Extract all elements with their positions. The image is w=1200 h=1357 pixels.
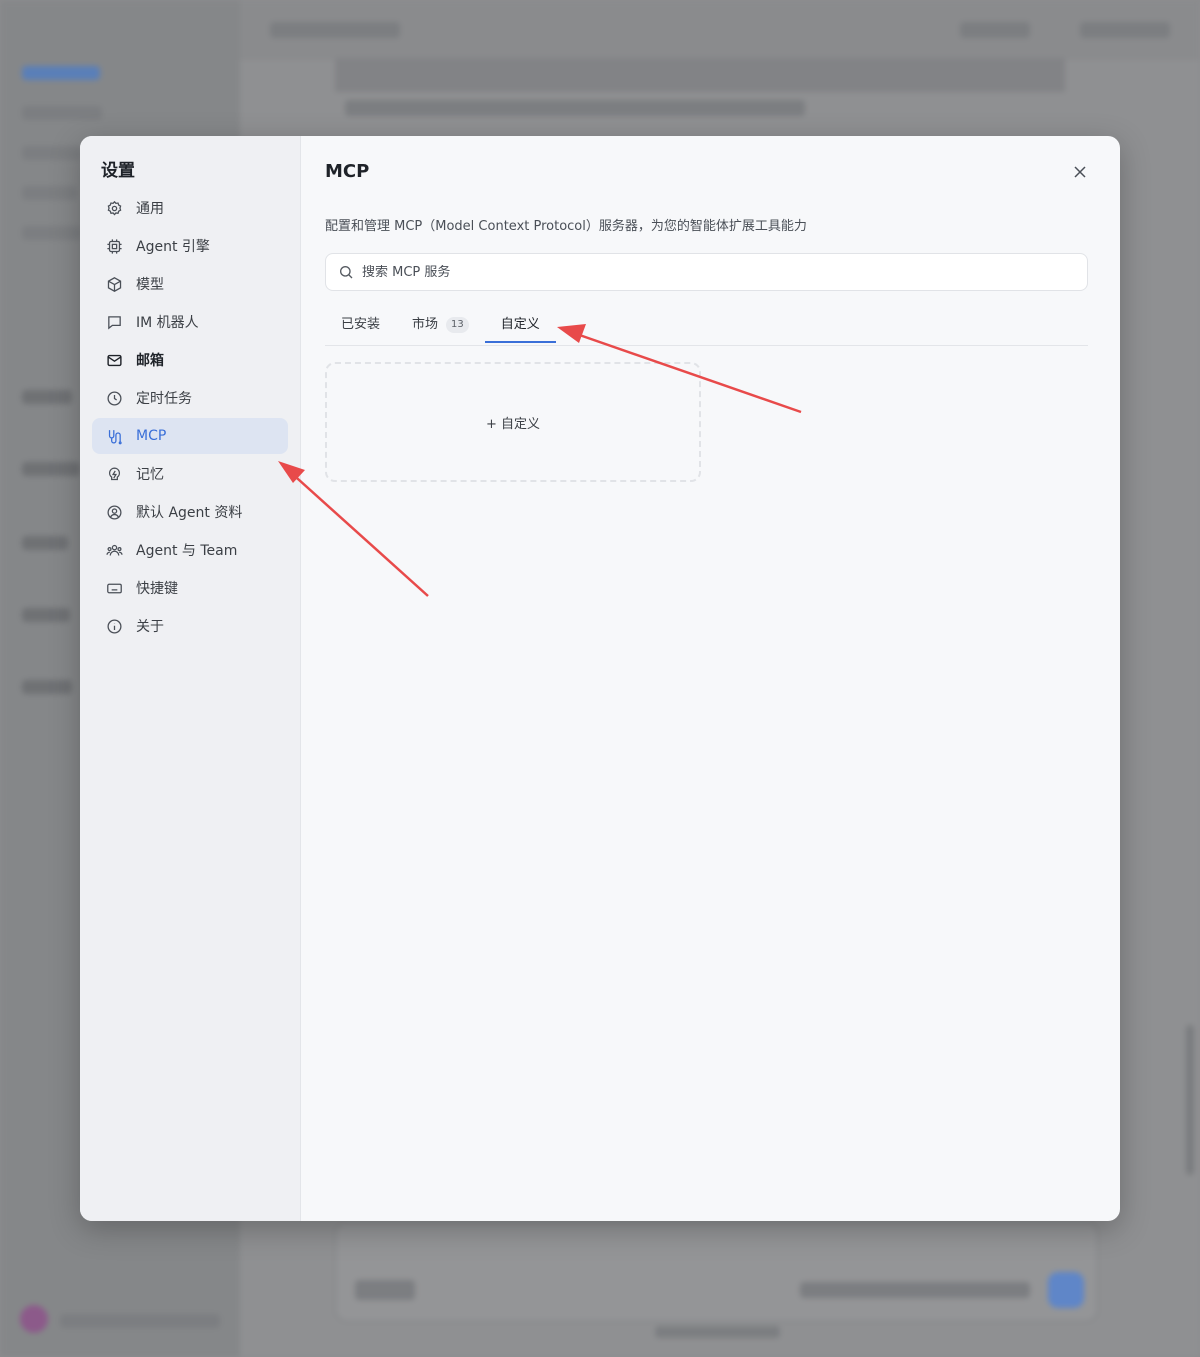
tab-label: 市场	[412, 317, 439, 332]
nav-item-label: 快捷键	[136, 581, 178, 597]
nav-item-memory[interactable]: 记忆	[92, 456, 288, 492]
team-icon	[105, 541, 123, 559]
nav-item-about[interactable]: 关于	[92, 608, 288, 644]
background-table-header	[335, 58, 1065, 92]
market-count-badge: 13	[446, 317, 469, 333]
nav-item-label: 通用	[136, 201, 164, 217]
settings-title: 设置	[101, 161, 135, 181]
nav-item-label: MCP	[136, 428, 167, 444]
nav-item-general[interactable]: 通用	[92, 190, 288, 226]
mcp-tabs: 已安装 市场 13 自定义	[325, 309, 1088, 346]
tab-market[interactable]: 市场 13	[396, 309, 485, 345]
tab-installed[interactable]: 已安装	[325, 309, 396, 345]
nav-item-agent-engine[interactable]: Agent 引擎	[92, 228, 288, 264]
chat-bubble-icon	[105, 313, 123, 331]
search-box[interactable]	[325, 253, 1088, 291]
search-icon	[338, 264, 354, 280]
close-icon	[1074, 166, 1086, 178]
nav-item-model[interactable]: 模型	[92, 266, 288, 302]
memory-icon	[105, 465, 123, 483]
add-custom-mcp-button[interactable]: + 自定义	[325, 362, 701, 482]
nav-item-label: Agent 与 Team	[136, 543, 238, 559]
info-icon	[105, 617, 123, 635]
page-title: MCP	[325, 161, 370, 182]
add-custom-label: + 自定义	[485, 416, 541, 432]
nav-item-label: 关于	[136, 619, 164, 635]
mcp-icon	[105, 427, 123, 445]
cube-icon	[105, 275, 123, 293]
nav-item-default-agent-profile[interactable]: 默认 Agent 资料	[92, 494, 288, 530]
background-scrollbar	[1186, 1025, 1194, 1175]
nav-item-mcp[interactable]: MCP	[92, 418, 288, 454]
chip-icon	[105, 237, 123, 255]
settings-dialog: 设置 通用 Agent 引擎 模型 IM 机器人 邮箱 定时任务 MCP 记忆 …	[80, 136, 1120, 1221]
nav-item-agent-and-team[interactable]: Agent 与 Team	[92, 532, 288, 568]
clock-icon	[105, 389, 123, 407]
nav-item-shortcuts[interactable]: 快捷键	[92, 570, 288, 606]
nav-item-mailbox[interactable]: 邮箱	[92, 342, 288, 378]
tab-custom[interactable]: 自定义	[484, 309, 556, 345]
nav-item-label: IM 机器人	[136, 315, 199, 331]
nav-item-label: 邮箱	[136, 353, 164, 369]
page-description: 配置和管理 MCP（Model Context Protocol）服务器，为您的…	[325, 219, 807, 234]
nav-item-label: 记忆	[136, 467, 164, 483]
nav-item-scheduled-tasks[interactable]: 定时任务	[92, 380, 288, 416]
nav-item-label: 定时任务	[136, 391, 192, 407]
nav-item-label: Agent 引擎	[136, 239, 210, 255]
tab-label: 自定义	[500, 317, 540, 332]
tab-label: 已安装	[341, 317, 381, 332]
background-chat-input	[335, 1222, 1098, 1322]
settings-sidebar: 设置 通用 Agent 引擎 模型 IM 机器人 邮箱 定时任务 MCP 记忆 …	[80, 136, 301, 1221]
settings-content: MCP 配置和管理 MCP（Model Context Protocol）服务器…	[301, 136, 1120, 1221]
user-circle-icon	[105, 503, 123, 521]
close-button[interactable]	[1070, 162, 1090, 182]
keyboard-icon	[105, 579, 123, 597]
nav-item-label: 模型	[136, 277, 164, 293]
background-avatar	[20, 1305, 48, 1333]
nav-item-im-bot[interactable]: IM 机器人	[92, 304, 288, 340]
mail-icon	[105, 351, 123, 369]
gear-icon	[105, 199, 123, 217]
search-input[interactable]	[362, 264, 1087, 280]
nav-item-label: 默认 Agent 资料	[136, 505, 243, 521]
background-send-button	[1048, 1272, 1084, 1308]
